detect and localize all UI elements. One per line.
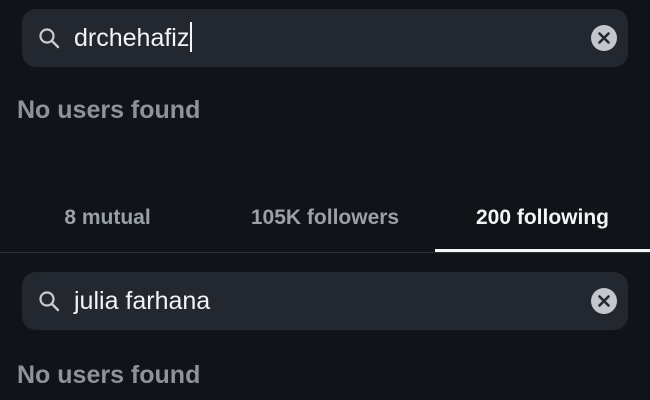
clear-icon[interactable] [591, 25, 617, 51]
search-input[interactable]: drchehafiz [74, 9, 193, 67]
text-caret [190, 22, 193, 53]
search-field-top[interactable]: drchehafiz [22, 9, 628, 67]
tab-bar: 8 mutual 105K followers 200 following [0, 190, 650, 253]
tab-label: 105K followers [250, 206, 400, 229]
screen: drchehafiz No users found 8 mutual 105K … [0, 0, 650, 400]
no-results-message: No users found [17, 361, 201, 389]
tab-following[interactable]: 200 following [435, 190, 650, 252]
search-input-value: drchehafiz [74, 24, 190, 52]
active-tab-indicator [435, 249, 650, 252]
search-icon [38, 27, 60, 49]
search-field-bottom[interactable]: julia farhana [22, 272, 628, 330]
tab-mutual[interactable]: 8 mutual [0, 190, 215, 252]
clear-icon[interactable] [591, 288, 617, 314]
tab-label: 200 following [475, 206, 609, 229]
search-icon [38, 290, 60, 312]
search-input[interactable]: julia farhana [74, 272, 210, 330]
tab-followers[interactable]: 105K followers [215, 190, 435, 252]
no-results-message: No users found [17, 96, 201, 124]
tab-label: 8 mutual [64, 206, 151, 229]
